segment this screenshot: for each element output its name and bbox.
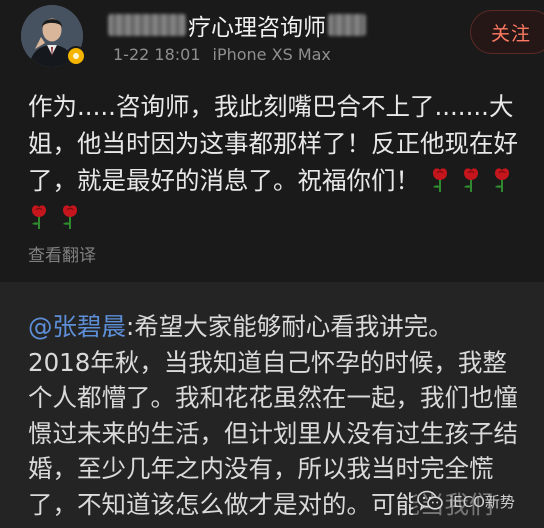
repost-text-line: 2018年秋，当我知道自己怀孕的时候，我整 xyxy=(28,347,507,377)
author-name[interactable]: 疗心理咨询师 xyxy=(108,8,366,42)
post-timestamp: 1-22 18:01 xyxy=(113,45,201,64)
repost-text-content: :希望大家能够耐心看我讲完。 xyxy=(126,312,453,341)
redacted-name-part xyxy=(328,14,366,36)
translate-link[interactable]: 查看翻译 xyxy=(28,241,96,266)
post-text-line: 姐，他当时因为这事都那样了！反正他现在好 xyxy=(28,129,518,158)
repost-text-line: 婚，至少几年之内没有，所以我当时完全慌 xyxy=(28,454,494,483)
author-name-text: 疗心理咨询师 xyxy=(188,15,326,41)
post-text-line: 了，就是最好的消息了。祝福你们！ xyxy=(28,162,544,199)
redacted-name-part xyxy=(108,14,186,36)
wechat-icon xyxy=(417,490,443,511)
post-text-line: 作为.....咨询师，我此刻嘴巴合不上了.......大 xyxy=(28,92,514,121)
post-device: iPhone XS Max xyxy=(212,45,331,64)
rose-icon xyxy=(63,205,77,229)
repost-text-line: @张碧晨:希望大家能够耐心看我讲完。 xyxy=(28,309,544,345)
watermark: iECO新势 xyxy=(413,485,521,517)
weibo-post-screen: 疗心理咨询师 1-22 18:01 iPhone XS Max 关注 作为....… xyxy=(0,0,544,528)
post-text: 作为.....咨询师，我此刻嘴巴合不上了.......大 姐，他当时因为这事都那… xyxy=(28,88,544,236)
post-text-line-content: 了，就是最好的消息了。祝福你们！ xyxy=(28,166,420,195)
verified-badge-icon xyxy=(66,46,86,66)
rose-emoji-group xyxy=(28,199,544,236)
mention-link[interactable]: @张碧晨 xyxy=(28,312,126,341)
rose-icon xyxy=(433,168,447,192)
rose-icon xyxy=(464,168,478,192)
repost-text-line: 憬过未来的生活，但计划里从没有过生孩子结 xyxy=(28,418,518,448)
follow-button[interactable]: 关注 xyxy=(470,10,544,54)
rose-icon xyxy=(495,168,509,192)
rose-emoji-group xyxy=(420,166,513,195)
rose-icon xyxy=(32,205,46,229)
post-header: 疗心理咨询师 1-22 18:01 iPhone XS Max 关注 xyxy=(0,0,544,80)
watermark-text: iECO新势 xyxy=(449,492,515,511)
post-meta: 1-22 18:01 iPhone XS Max xyxy=(113,45,331,64)
repost-text-line: 个人都懵了。我和花花虽然在一起，我们也憧 xyxy=(28,383,518,412)
